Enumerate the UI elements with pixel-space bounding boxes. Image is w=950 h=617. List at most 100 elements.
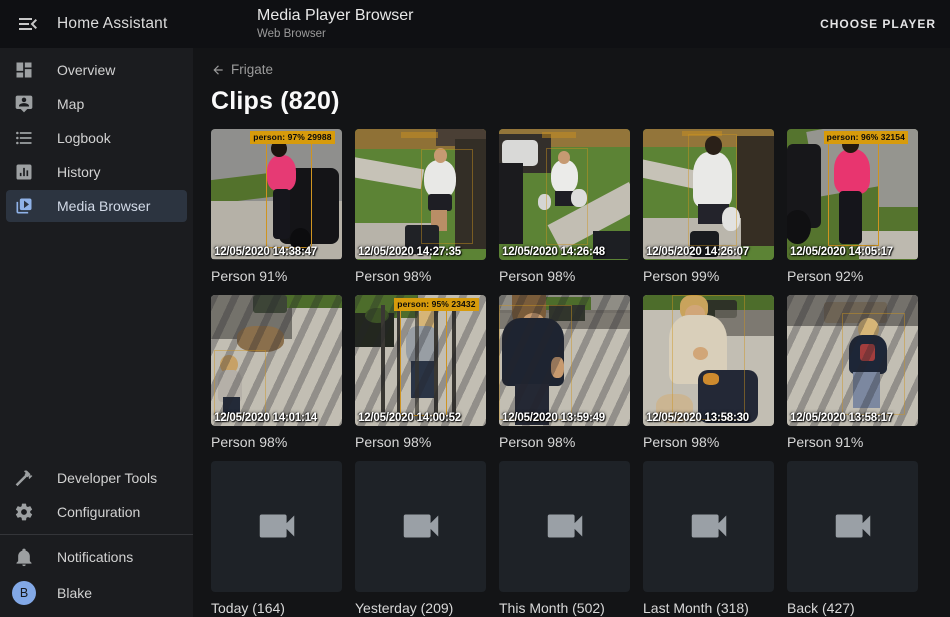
sidebar-tools-items: Developer Tools Configuration [0, 462, 193, 528]
video-icon [254, 503, 300, 549]
tooltip-account-icon [14, 94, 34, 114]
sidebar-item-user[interactable]: B Blake [6, 575, 187, 611]
detection-bbox [546, 148, 588, 245]
folder-card-last-month-318[interactable]: Last Month (318) [643, 461, 774, 617]
folder-card-today-164[interactable]: Today (164) [211, 461, 342, 617]
sidebar-item-overview[interactable]: Overview [6, 54, 187, 86]
folder-thumbnail [643, 461, 774, 592]
sidebar-item-logbook[interactable]: Logbook [6, 122, 187, 154]
sidebar-item-map[interactable]: Map [6, 88, 187, 120]
clip-thumbnail: person: 97% 2998812/05/2020 14:38:47 [211, 129, 342, 260]
detection-bbox [499, 305, 572, 420]
clip-caption: Person 98% [355, 434, 486, 453]
clip-timestamp: 12/05/2020 13:59:49 [502, 412, 605, 424]
detection-bbox [400, 304, 447, 417]
page-header: Media Player Browser Web Browser [257, 6, 414, 42]
clips-grid: person: 97% 2998812/05/2020 14:38:47 Per… [211, 129, 950, 617]
scene-block [499, 163, 523, 244]
clip-caption: Person 91% [211, 268, 342, 287]
detection-bbox [214, 350, 266, 416]
play-box-multiple-icon [14, 196, 34, 216]
clip-caption: Person 98% [355, 268, 486, 287]
clip-caption: Person 98% [643, 434, 774, 453]
clip-card[interactable]: 12/05/2020 13:58:17 Person 91% [787, 295, 918, 453]
clip-timestamp: 12/05/2020 13:58:30 [646, 412, 749, 424]
video-icon [542, 503, 588, 549]
clip-timestamp: 12/05/2020 13:58:17 [790, 412, 893, 424]
detection-label: person: 97% 29988 [250, 131, 334, 144]
breadcrumb[interactable]: Frigate [211, 61, 273, 78]
folder-thumbnail [787, 461, 918, 592]
media-browser-content: Frigate Clips (820) person: 97% 2998812/… [193, 48, 950, 617]
folder-card-back-427[interactable]: Back (427) [787, 461, 918, 617]
clip-timestamp: 12/05/2020 14:26:07 [646, 246, 749, 258]
media-player-subtitle: Web Browser [257, 27, 414, 42]
clip-caption: Person 91% [787, 434, 918, 453]
sidebar-divider [0, 534, 193, 535]
sidebar-item-developer-tools[interactable]: Developer Tools [6, 462, 187, 494]
video-icon [398, 503, 444, 549]
menu-button[interactable] [16, 12, 40, 36]
detection-bbox [688, 134, 738, 247]
sidebar-bottom-items: Developer Tools Configuration Notificati… [0, 460, 193, 611]
sidebar-notify-item: Notifications [0, 541, 193, 573]
scene-block [401, 132, 438, 137]
format-list-bulleted-icon [14, 128, 34, 148]
clip-card[interactable]: person: 96% 32154 12/05/2020 14:05:17 Per… [787, 129, 918, 287]
detection-label: person: 96% 32154 [824, 131, 908, 144]
clip-card[interactable]: person: 95% 23432 12/05/2020 14:00:52 Per… [355, 295, 486, 453]
clip-thumbnail: person: 95% 23432 12/05/2020 14:00:52 [355, 295, 486, 426]
video-icon [686, 503, 732, 549]
user-name: Blake [57, 585, 92, 601]
clip-timestamp: 12/05/2020 14:01:14 [214, 412, 317, 424]
choose-player-button[interactable]: CHOOSE PLAYER [820, 0, 936, 48]
folder-label: This Month (502) [499, 600, 630, 617]
clip-caption: Person 99% [643, 268, 774, 287]
sidebar-main-items: Overview Map Logbook History Media Brows… [0, 48, 193, 222]
folder-card-yesterday-209[interactable]: Yesterday (209) [355, 461, 486, 617]
breadcrumb-label: Frigate [231, 62, 273, 77]
cog-icon [14, 502, 34, 522]
clip-thumbnail: 12/05/2020 14:27:35 [355, 129, 486, 260]
clip-thumbnail: 12/05/2020 14:01:14 [211, 295, 342, 426]
page-title: Clips (820) [211, 87, 950, 116]
detection-bbox [842, 313, 905, 415]
scene-block [542, 132, 576, 137]
clip-timestamp: 12/05/2020 14:00:52 [358, 412, 461, 424]
clip-timestamp: 12/05/2020 14:05:17 [790, 246, 893, 258]
sidebar-item-media-browser[interactable]: Media Browser [6, 190, 187, 222]
folder-label: Today (164) [211, 600, 342, 617]
hammer-icon [14, 468, 34, 488]
sidebar: Overview Map Logbook History Media Brows… [0, 48, 193, 617]
clip-card[interactable]: 12/05/2020 13:59:49 Person 98% [499, 295, 630, 453]
folder-thumbnail [355, 461, 486, 592]
media-player-title: Media Player Browser [257, 6, 414, 26]
clip-thumbnail: person: 96% 32154 12/05/2020 14:05:17 [787, 129, 918, 260]
clip-card[interactable]: person: 97% 2998812/05/2020 14:38:47 Per… [211, 129, 342, 287]
scene-block [737, 136, 774, 246]
clip-thumbnail: 12/05/2020 14:26:07 [643, 129, 774, 260]
clip-card[interactable]: 12/05/2020 14:26:48 Person 98% [499, 129, 630, 287]
folder-card-this-month-502[interactable]: This Month (502) [499, 461, 630, 617]
scene-block [787, 210, 811, 244]
detection-bbox [421, 149, 473, 243]
sidebar-item-history[interactable]: History [6, 156, 187, 188]
clip-timestamp: 12/05/2020 14:27:35 [358, 246, 461, 258]
top-app-bar: Home Assistant Media Player Browser Web … [0, 0, 950, 48]
clip-timestamp: 12/05/2020 14:26:48 [502, 246, 605, 258]
folder-label: Back (427) [787, 600, 918, 617]
avatar: B [12, 581, 36, 605]
clip-card[interactable]: 12/05/2020 14:27:35 Person 98% [355, 129, 486, 287]
clip-card[interactable]: 12/05/2020 13:58:30 Person 98% [643, 295, 774, 453]
bell-icon [14, 547, 34, 567]
sidebar-item-notifications[interactable]: Notifications [6, 541, 187, 573]
clip-card[interactable]: 12/05/2020 14:26:07 Person 99% [643, 129, 774, 287]
sidebar-item-configuration[interactable]: Configuration [6, 496, 187, 528]
clip-card[interactable]: 12/05/2020 14:01:14 Person 98% [211, 295, 342, 453]
detection-bbox [266, 138, 312, 248]
view-dashboard-icon [14, 60, 34, 80]
clip-caption: Person 92% [787, 268, 918, 287]
detection-label: person: 95% 23432 [394, 298, 478, 311]
clip-thumbnail: 12/05/2020 13:58:30 [643, 295, 774, 426]
folder-label: Last Month (318) [643, 600, 774, 617]
